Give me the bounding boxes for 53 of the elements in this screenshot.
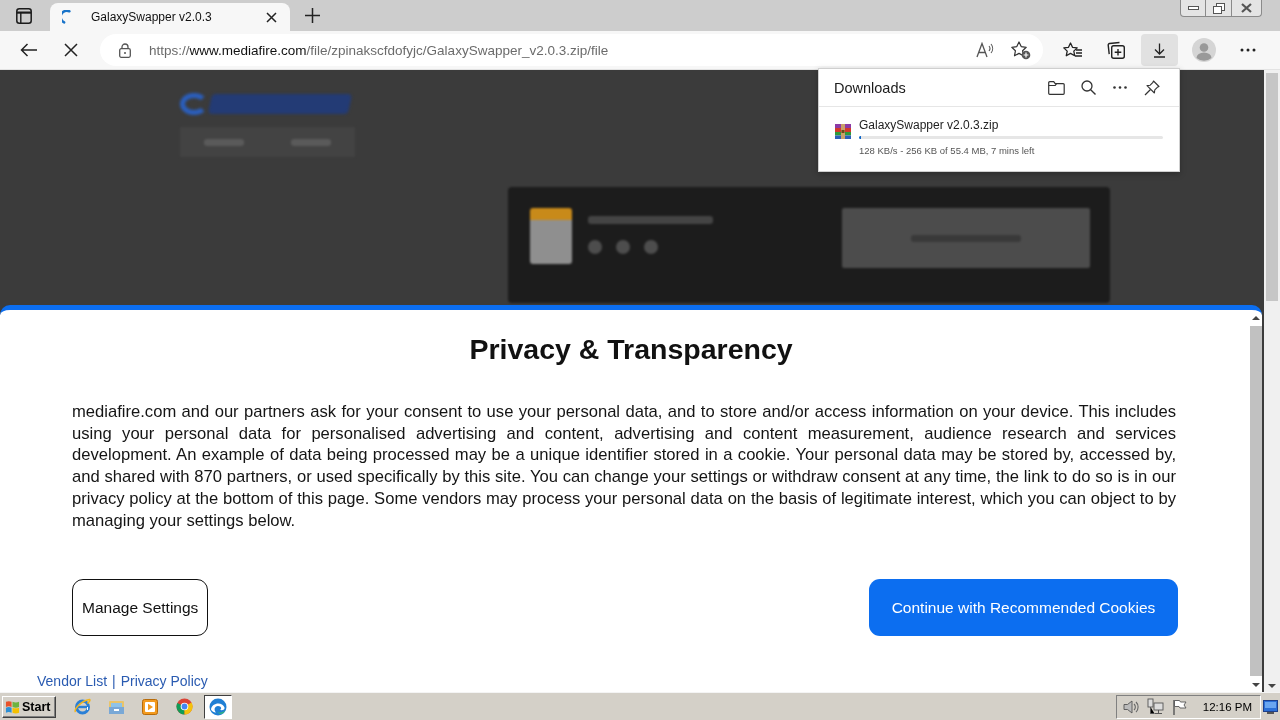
minimize-button[interactable] (1180, 0, 1206, 17)
scrollbar-thumb[interactable] (1266, 73, 1278, 301)
address-field[interactable]: https://www.mediafire.com/file/zpinakscfdofyjc/GalaxySwapper_v2.0.3.zip/file (100, 34, 1043, 66)
e-logo-icon (73, 698, 91, 715)
file-name[interactable]: GalaxySwapper v2.0.3.zip (859, 118, 1163, 132)
play-icon (142, 698, 158, 715)
close-window-button[interactable] (1232, 0, 1262, 17)
restore-button[interactable] (1206, 0, 1232, 17)
clock-text[interactable]: 12:16 PM (1202, 700, 1252, 713)
download-icon (1153, 42, 1166, 58)
avatar-icon (1192, 38, 1216, 62)
swirl-logo-icon (209, 697, 227, 716)
close-icon (265, 11, 277, 23)
more-icon (1240, 48, 1256, 52)
download-status: 128 KB/s - 256 KB of 55.4 MB, 7 mins left (859, 145, 1036, 157)
link-separator: | (112, 672, 116, 691)
collections-icon (1107, 41, 1125, 59)
star-plus-icon (1011, 40, 1031, 60)
panel-title: Downloads (834, 79, 907, 96)
start-button[interactable]: Start (2, 695, 56, 718)
read-aloud-icon (976, 42, 994, 58)
folder-icon (107, 698, 125, 715)
url-text: https://www.mediafire.com/file/zpinakscfdofyjc/GalaxySwapper_v2.0.3.zip/file (149, 42, 610, 58)
accept-button[interactable]: Continue with Recommended Cookies (869, 579, 1178, 637)
tab-panel-icon (16, 7, 32, 24)
browser-tab[interactable]: GalaxySwapper v2.0.3 (50, 3, 290, 31)
folder-icon (1047, 80, 1065, 95)
star-list-icon (1062, 42, 1082, 58)
close-icon (1241, 3, 1252, 13)
downloads-button[interactable] (1141, 34, 1178, 66)
search-icon (1080, 80, 1096, 95)
more-icon (1113, 86, 1127, 89)
archive-books-icon (835, 124, 851, 139)
minimize-icon (1187, 6, 1199, 10)
back-arrow-icon (19, 43, 37, 57)
scrollbar-thumb[interactable] (1250, 326, 1262, 676)
consent-text: mediafire.com and our partners ask for your consent to use your personal data, and to store and/or access information on your device. This includes using your personal data for personalised advertising and content, advertising and content measurement, audience research and services development. An example of data being processed may be a unique identifier stored in a cookie. Your personal data may be stored by, accessed by, and shared with 870 partners, or used specifically by this site. You can change your settings or withdraw consent at any time, the link to do so is in our privacy policy at the bottom of this page. Some vendors may process your personal data on the basis of legitimate interest, which you can object to by managing your settings below. (72, 401, 1176, 532)
dialog-title: Privacy & Transparency (468, 332, 794, 367)
window-flag-icon (5, 699, 20, 714)
lock-icon (119, 42, 131, 58)
taskbar-app-button[interactable] (204, 694, 232, 719)
plus-icon (304, 8, 320, 23)
speaker-icon[interactable] (1122, 698, 1139, 715)
show-desktop-icon[interactable] (1263, 699, 1278, 714)
flag-icon[interactable] (1171, 698, 1187, 715)
footer-link[interactable]: Privacy Policy (120, 672, 208, 691)
settings-button[interactable]: Manage Settings (72, 579, 209, 637)
pin-icon (1144, 79, 1160, 96)
network-computer-icon[interactable] (1146, 698, 1164, 715)
scroll-up-arrow-icon[interactable] (1252, 316, 1260, 320)
footer-link[interactable]: Vendor List (37, 672, 108, 691)
restore-icon (1212, 2, 1225, 14)
ring-logo-icon (175, 698, 193, 715)
